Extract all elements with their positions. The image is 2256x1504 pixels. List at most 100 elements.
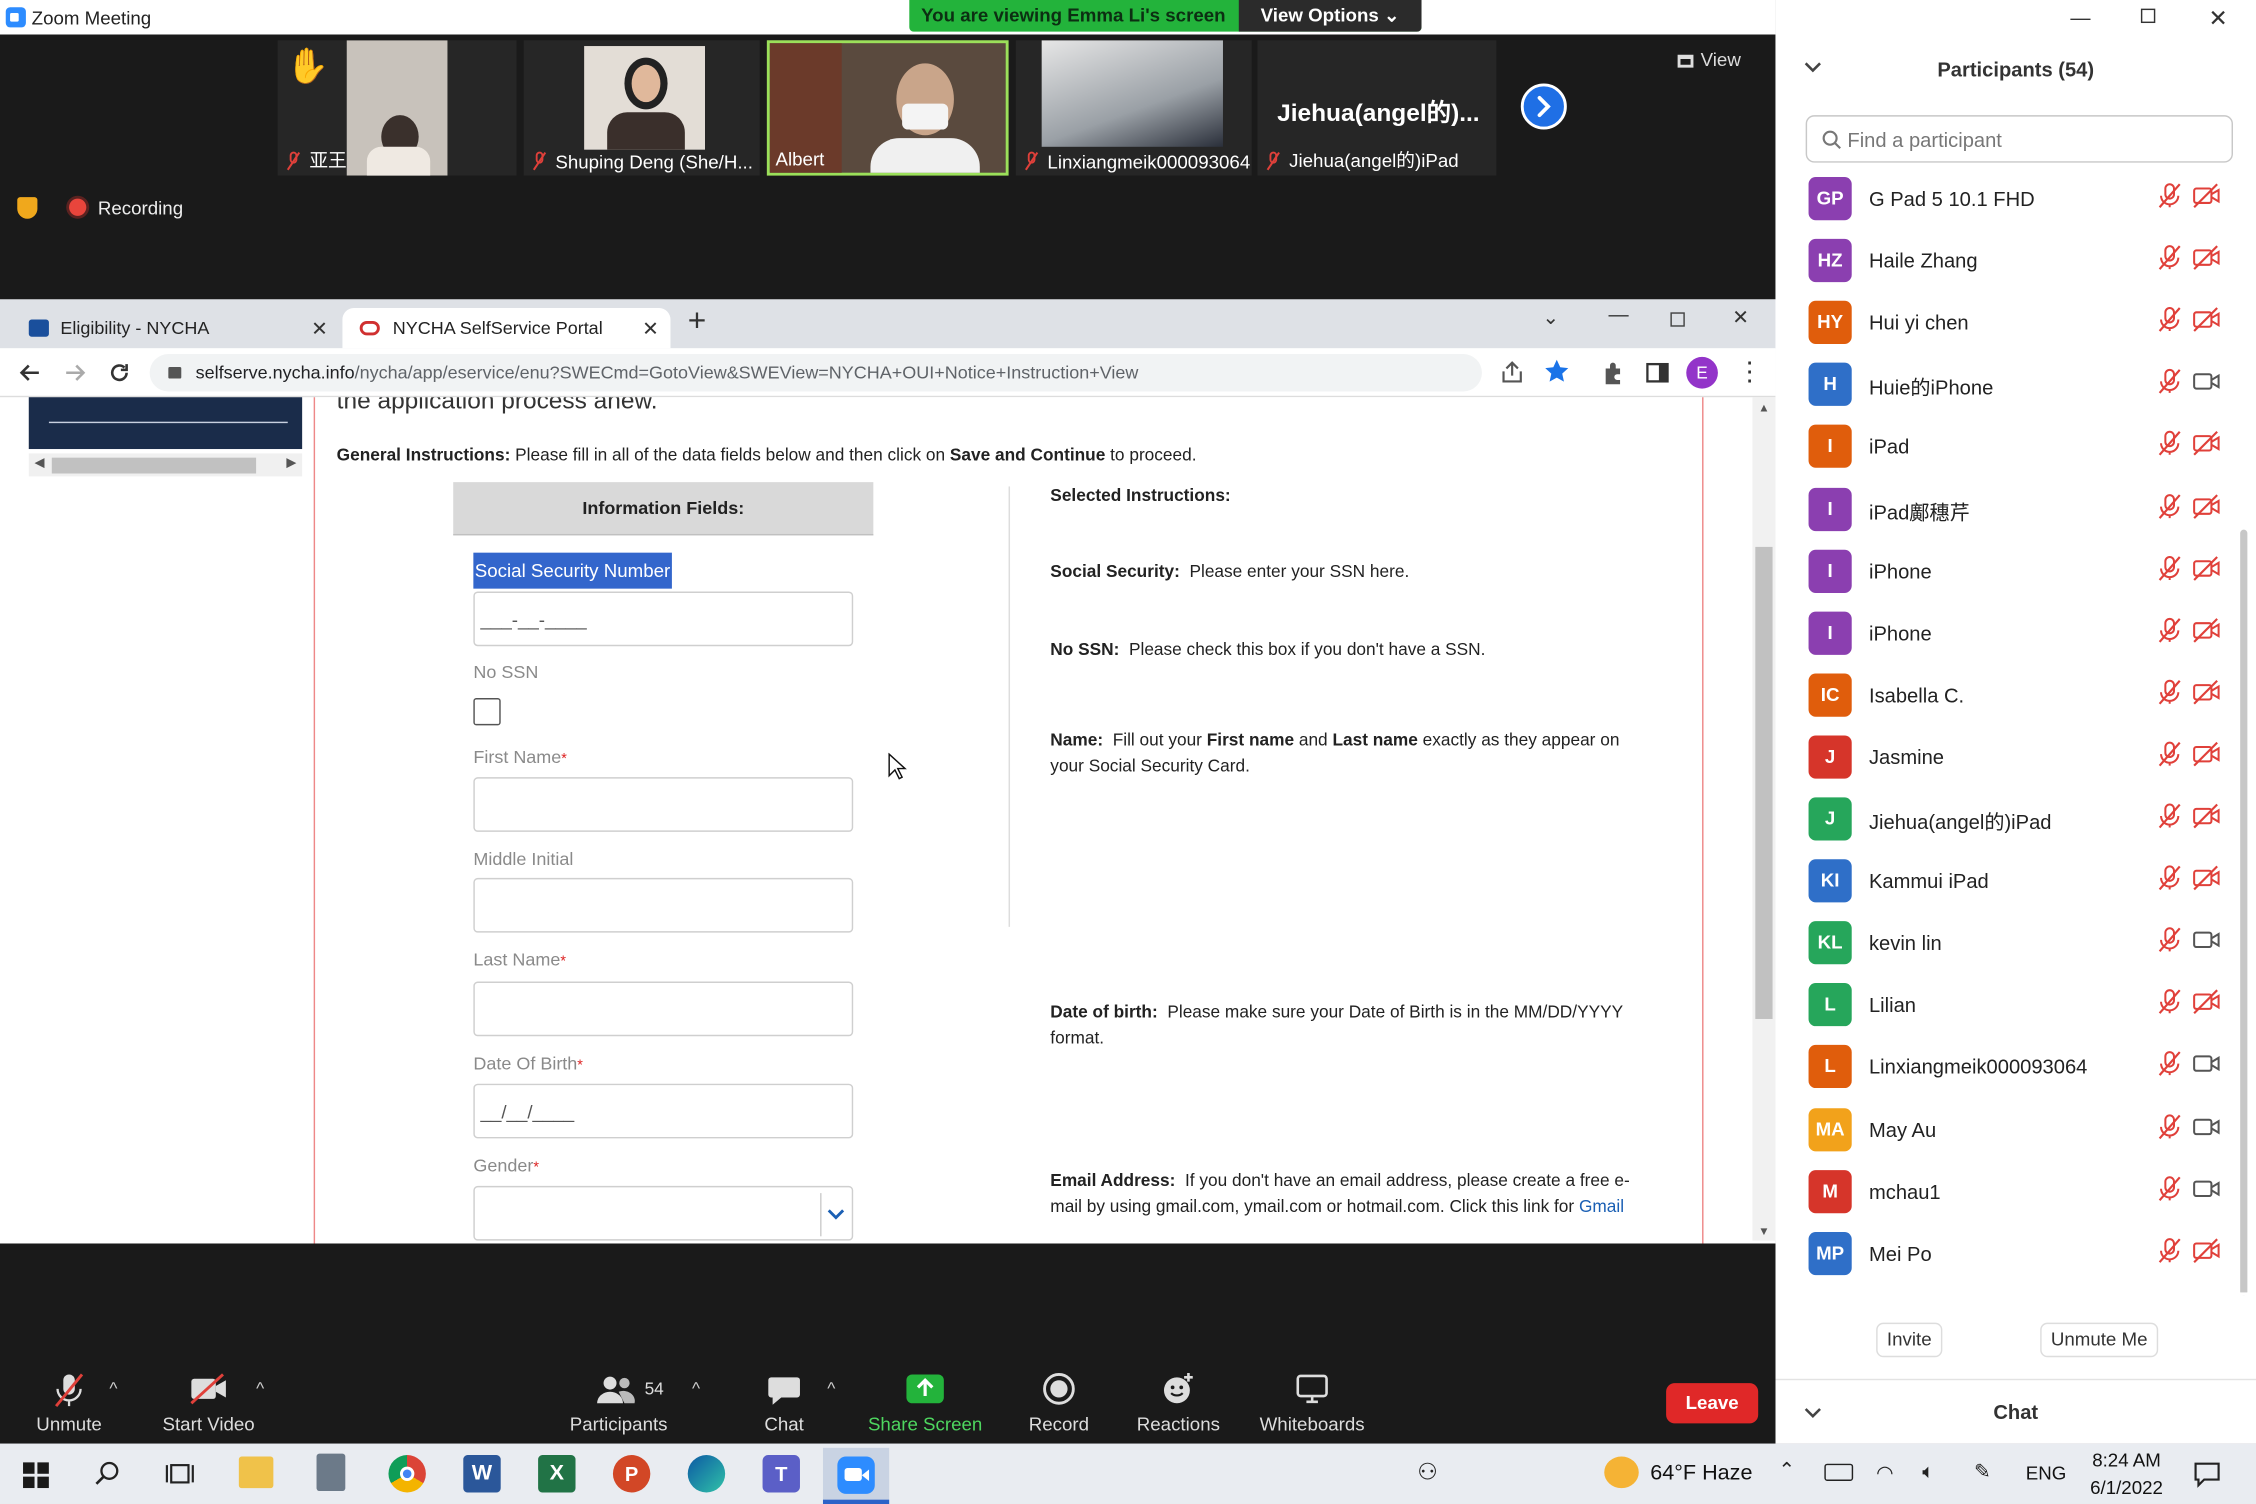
participants-caret-icon[interactable]: ^ xyxy=(692,1379,700,1399)
calculator-icon[interactable] xyxy=(316,1453,346,1492)
participant-row[interactable]: HZ Haile Zhang xyxy=(1807,238,2239,300)
pen-icon[interactable]: ✎ xyxy=(1974,1459,1991,1483)
video-options-caret-icon[interactable]: ^ xyxy=(256,1379,264,1399)
gmail-link[interactable]: Gmail xyxy=(1579,1196,1624,1216)
tab-eligibility-nycha[interactable]: Eligibility - NYCHA ✕ xyxy=(20,308,339,348)
participant-row[interactable]: H Huie的iPhone xyxy=(1807,362,2239,424)
participant-row[interactable]: IiPhone xyxy=(1807,610,2239,672)
url-field[interactable]: selfserve.nycha.info/nycha/app/eservice/… xyxy=(149,354,1482,392)
close-tab-icon[interactable]: ✕ xyxy=(642,308,659,348)
participants-button[interactable]: 54 Participants xyxy=(564,1364,673,1435)
video-tile-active-speaker[interactable]: Albert xyxy=(766,40,1009,176)
record-button[interactable]: Record xyxy=(1019,1364,1100,1435)
whiteboards-button[interactable]: Whiteboards xyxy=(1255,1364,1370,1435)
participants-scrollbar[interactable] xyxy=(2240,529,2248,1296)
participant-row[interactable]: KL kevin lin xyxy=(1807,920,2239,982)
no-ssn-checkbox[interactable] xyxy=(473,698,501,726)
participant-row[interactable]: L Lilian xyxy=(1807,982,2239,1044)
participant-row[interactable]: IiPad xyxy=(1807,424,2239,486)
browser-menu-icon[interactable]: ⋮ xyxy=(1737,357,1763,386)
clock[interactable]: 8:24 AM 6/1/2022 xyxy=(2080,1449,2172,1498)
side-panel-icon[interactable] xyxy=(1645,360,1671,386)
volume-icon[interactable]: 🔈︎ xyxy=(1922,1459,1934,1483)
leave-meeting-button[interactable]: Leave xyxy=(1666,1383,1759,1424)
restore-icon[interactable] xyxy=(2140,8,2156,24)
participant-row[interactable]: IC Isabella C. xyxy=(1807,672,2239,734)
dob-input[interactable]: __/__/____ xyxy=(473,1083,854,1139)
chrome-icon[interactable] xyxy=(388,1455,426,1493)
participant-row[interactable]: IiPhone xyxy=(1807,548,2239,610)
participant-row[interactable]: KI Kammui iPad xyxy=(1807,858,2239,920)
participant-row[interactable]: IiPad鄺穗芹 xyxy=(1807,486,2239,548)
share-screen-button[interactable]: Share Screen xyxy=(863,1364,987,1435)
wifi-icon[interactable]: ◠ xyxy=(1876,1461,1894,1485)
people-icon[interactable]: ⚇ xyxy=(1417,1458,1438,1487)
video-tile[interactable]: Shuping Deng (She/H... xyxy=(523,40,760,176)
extensions-icon[interactable] xyxy=(1600,360,1626,386)
zoom-taskbar-button[interactable] xyxy=(822,1447,890,1504)
reactions-button[interactable]: Reactions xyxy=(1134,1364,1223,1435)
ssn-input[interactable]: ___-__-____ xyxy=(473,591,854,647)
participant-search-input[interactable]: Find a participant xyxy=(1805,115,2233,163)
weather-text[interactable]: 64°F Haze xyxy=(1650,1461,1752,1485)
notifications-icon[interactable] xyxy=(2193,1459,2222,1488)
minimize-icon[interactable]: — xyxy=(2070,6,2090,29)
view-layout-button[interactable]: View xyxy=(1677,43,1764,78)
minimize-icon[interactable]: — xyxy=(1609,302,1629,325)
teams-icon[interactable]: T xyxy=(762,1455,800,1493)
start-video-button[interactable]: Start Video xyxy=(150,1364,268,1435)
back-arrow-icon[interactable] xyxy=(17,360,43,386)
last-name-input[interactable] xyxy=(473,981,854,1037)
participant-row[interactable]: J Jiehua(angel的)iPad xyxy=(1807,796,2239,858)
participant-row[interactable]: HY Hui yi chen xyxy=(1807,300,2239,362)
video-tile[interactable]: Jiehua(angel的)... Jiehua(angel的)iPad xyxy=(1257,40,1497,176)
chat-caret-icon[interactable]: ^ xyxy=(827,1379,835,1399)
participant-row[interactable]: GP G Pad 5 10.1 FHD xyxy=(1807,176,2239,238)
windows-start-icon[interactable] xyxy=(23,1462,49,1489)
edge-icon[interactable] xyxy=(687,1455,726,1493)
gender-select[interactable] xyxy=(473,1185,854,1241)
page-vertical-scrollbar[interactable]: ▲ ▼ xyxy=(1752,397,1776,1241)
participant-row[interactable]: MP Mei Po xyxy=(1807,1230,2239,1292)
share-icon[interactable] xyxy=(1499,360,1525,386)
tab-nycha-selfservice[interactable]: NYCHA SelfService Portal ✕ xyxy=(342,307,671,349)
unmute-me-button[interactable]: Unmute Me xyxy=(2040,1322,2159,1358)
chat-button[interactable]: Chat xyxy=(748,1364,820,1435)
muted-mic-icon xyxy=(2158,1175,2181,1201)
participant-row[interactable]: J Jasmine xyxy=(1807,734,2239,796)
tray-expand-icon[interactable]: ⌃ xyxy=(1778,1458,1795,1482)
word-icon[interactable]: W xyxy=(463,1455,501,1493)
participant-row[interactable]: MA May Au xyxy=(1807,1106,2239,1168)
forward-arrow-icon[interactable] xyxy=(62,360,88,386)
close-window-icon[interactable]: ✕ xyxy=(2209,4,2228,33)
reload-icon[interactable] xyxy=(106,360,132,386)
participant-row[interactable]: L Linxiangmeik000093064 xyxy=(1807,1044,2239,1106)
next-page-button[interactable] xyxy=(1520,83,1567,130)
middle-initial-input[interactable] xyxy=(473,877,854,933)
unmute-button[interactable]: Unmute xyxy=(26,1364,112,1435)
excel-icon[interactable]: X xyxy=(538,1455,576,1493)
close-window-icon[interactable]: ✕ xyxy=(1732,305,1749,329)
search-icon[interactable] xyxy=(95,1461,121,1487)
profile-avatar[interactable]: E xyxy=(1686,356,1718,389)
video-tile[interactable]: Linxiangmeik000093064 xyxy=(1015,40,1252,176)
file-explorer-icon[interactable] xyxy=(238,1456,274,1489)
close-tab-icon[interactable]: ✕ xyxy=(311,308,328,348)
first-name-input[interactable] xyxy=(473,777,854,832)
powerpoint-icon[interactable]: P xyxy=(612,1455,651,1493)
audio-options-caret-icon[interactable]: ^ xyxy=(109,1379,117,1399)
weather-icon[interactable] xyxy=(1604,1456,1639,1489)
view-options-button[interactable]: View Options ⌄ xyxy=(1238,0,1422,32)
invite-button[interactable]: Invite xyxy=(1876,1322,1943,1358)
input-language[interactable]: ENG xyxy=(2026,1462,2067,1484)
tab-search-icon[interactable]: ⌄ xyxy=(1542,305,1559,329)
new-tab-button[interactable]: + xyxy=(688,302,707,339)
restore-icon[interactable] xyxy=(1670,312,1685,327)
participant-name: Mei Po xyxy=(1868,1241,1932,1265)
bookmark-star-icon[interactable] xyxy=(1544,358,1570,384)
battery-icon[interactable] xyxy=(1824,1463,1854,1481)
task-view-icon[interactable] xyxy=(165,1461,194,1487)
participant-row[interactable]: Mmchau1 xyxy=(1807,1168,2239,1230)
horizontal-scrollbar[interactable]: ◀ ▶ xyxy=(28,453,303,477)
video-tile[interactable]: ✋ 亚王 xyxy=(277,40,517,176)
